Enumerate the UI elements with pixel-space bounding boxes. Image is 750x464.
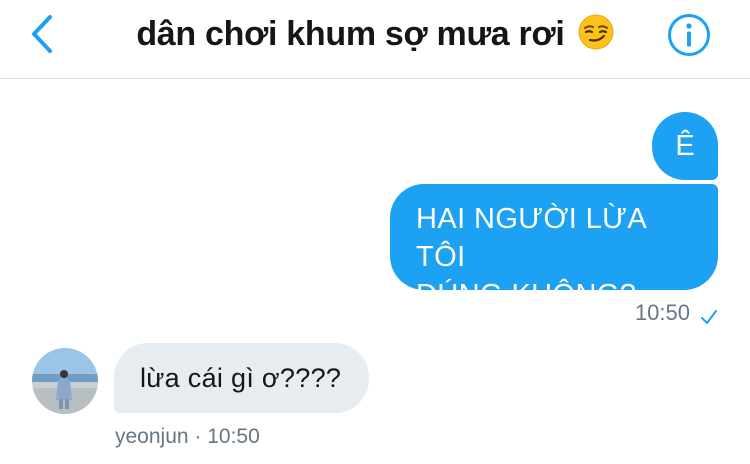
info-circle-icon: [668, 14, 710, 56]
checkmark-icon: [700, 305, 718, 324]
info-button[interactable]: [667, 13, 711, 57]
incoming-message-meta: yeonjun · 10:50: [115, 425, 260, 448]
conversation-title-text: dân chơi khum sợ mưa rơi: [136, 15, 565, 53]
outgoing-message-bubble[interactable]: HAI NGƯỜI LỪA TÔI ĐÚNG KHÔNG?: [390, 184, 718, 311]
conversation-title[interactable]: dân chơi khum sợ mưa rơi: [0, 12, 750, 56]
incoming-message-bubble[interactable]: lừa cái gì ơ????: [114, 343, 369, 413]
outgoing-message-bubble[interactable]: Ê: [652, 112, 718, 180]
message-text-line: HAI NGƯỜI LỪA TÔI: [416, 203, 646, 273]
smirking-face-icon: [578, 14, 614, 50]
avatar[interactable]: [32, 348, 98, 414]
conversation-header: dân chơi khum sợ mưa rơi: [0, 0, 750, 79]
message-text: lừa cái gì ơ????: [140, 362, 342, 393]
message-timestamp: 10:50: [634, 300, 690, 325]
message-text: Ê: [675, 130, 695, 162]
outgoing-message-meta: 10:50: [635, 300, 718, 326]
